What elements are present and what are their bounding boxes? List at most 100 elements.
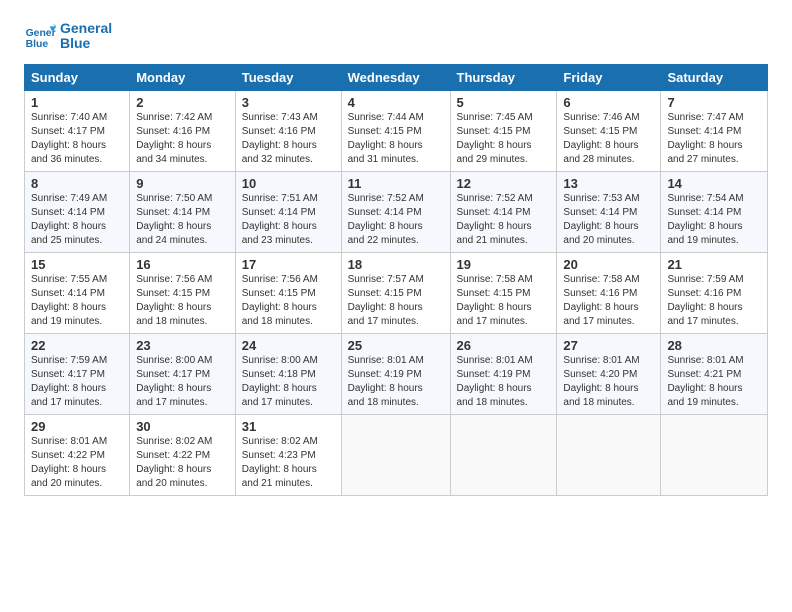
day-number: 1 xyxy=(31,95,123,110)
header-friday: Friday xyxy=(557,65,661,91)
day-number: 27 xyxy=(563,338,654,353)
logo: General Blue General Blue xyxy=(24,20,112,52)
day-info: Sunrise: 8:01 AM Sunset: 4:20 PM Dayligh… xyxy=(563,354,654,410)
day-number: 25 xyxy=(348,338,444,353)
calendar-cell: 17 Sunrise: 7:56 AM Sunset: 4:15 PM Dayl… xyxy=(235,253,341,334)
day-number: 5 xyxy=(457,95,551,110)
calendar-cell xyxy=(450,415,557,496)
header-thursday: Thursday xyxy=(450,65,557,91)
calendar-week-4: 22 Sunrise: 7:59 AM Sunset: 4:17 PM Dayl… xyxy=(25,334,768,415)
calendar-cell: 27 Sunrise: 8:01 AM Sunset: 4:20 PM Dayl… xyxy=(557,334,661,415)
calendar-cell: 6 Sunrise: 7:46 AM Sunset: 4:15 PM Dayli… xyxy=(557,91,661,172)
day-info: Sunrise: 7:47 AM Sunset: 4:14 PM Dayligh… xyxy=(667,111,761,167)
day-info: Sunrise: 7:53 AM Sunset: 4:14 PM Dayligh… xyxy=(563,192,654,248)
day-number: 9 xyxy=(136,176,229,191)
day-number: 28 xyxy=(667,338,761,353)
day-number: 16 xyxy=(136,257,229,272)
logo-line1: General xyxy=(60,21,112,36)
day-number: 18 xyxy=(348,257,444,272)
header-tuesday: Tuesday xyxy=(235,65,341,91)
day-info: Sunrise: 7:43 AM Sunset: 4:16 PM Dayligh… xyxy=(242,111,335,167)
day-number: 3 xyxy=(242,95,335,110)
header-wednesday: Wednesday xyxy=(341,65,450,91)
day-info: Sunrise: 7:45 AM Sunset: 4:15 PM Dayligh… xyxy=(457,111,551,167)
calendar-cell: 7 Sunrise: 7:47 AM Sunset: 4:14 PM Dayli… xyxy=(661,91,768,172)
calendar-cell: 31 Sunrise: 8:02 AM Sunset: 4:23 PM Dayl… xyxy=(235,415,341,496)
day-info: Sunrise: 7:59 AM Sunset: 4:16 PM Dayligh… xyxy=(667,273,761,329)
day-number: 6 xyxy=(563,95,654,110)
day-info: Sunrise: 8:01 AM Sunset: 4:21 PM Dayligh… xyxy=(667,354,761,410)
day-info: Sunrise: 7:52 AM Sunset: 4:14 PM Dayligh… xyxy=(457,192,551,248)
logo-line2: Blue xyxy=(60,36,112,51)
day-info: Sunrise: 8:01 AM Sunset: 4:19 PM Dayligh… xyxy=(457,354,551,410)
calendar-cell: 12 Sunrise: 7:52 AM Sunset: 4:14 PM Dayl… xyxy=(450,172,557,253)
day-number: 10 xyxy=(242,176,335,191)
calendar-cell: 30 Sunrise: 8:02 AM Sunset: 4:22 PM Dayl… xyxy=(130,415,236,496)
day-number: 17 xyxy=(242,257,335,272)
day-info: Sunrise: 8:01 AM Sunset: 4:19 PM Dayligh… xyxy=(348,354,444,410)
calendar-cell: 29 Sunrise: 8:01 AM Sunset: 4:22 PM Dayl… xyxy=(25,415,130,496)
day-number: 4 xyxy=(348,95,444,110)
calendar-cell: 3 Sunrise: 7:43 AM Sunset: 4:16 PM Dayli… xyxy=(235,91,341,172)
header-saturday: Saturday xyxy=(661,65,768,91)
calendar-cell: 15 Sunrise: 7:55 AM Sunset: 4:14 PM Dayl… xyxy=(25,253,130,334)
day-number: 30 xyxy=(136,419,229,434)
calendar-week-5: 29 Sunrise: 8:01 AM Sunset: 4:22 PM Dayl… xyxy=(25,415,768,496)
day-number: 24 xyxy=(242,338,335,353)
day-info: Sunrise: 7:57 AM Sunset: 4:15 PM Dayligh… xyxy=(348,273,444,329)
day-number: 13 xyxy=(563,176,654,191)
day-info: Sunrise: 8:02 AM Sunset: 4:23 PM Dayligh… xyxy=(242,435,335,491)
calendar-cell xyxy=(661,415,768,496)
calendar-cell: 22 Sunrise: 7:59 AM Sunset: 4:17 PM Dayl… xyxy=(25,334,130,415)
calendar-cell: 20 Sunrise: 7:58 AM Sunset: 4:16 PM Dayl… xyxy=(557,253,661,334)
calendar-cell: 21 Sunrise: 7:59 AM Sunset: 4:16 PM Dayl… xyxy=(661,253,768,334)
day-number: 15 xyxy=(31,257,123,272)
day-info: Sunrise: 7:58 AM Sunset: 4:15 PM Dayligh… xyxy=(457,273,551,329)
day-number: 23 xyxy=(136,338,229,353)
calendar-cell xyxy=(557,415,661,496)
calendar-cell: 24 Sunrise: 8:00 AM Sunset: 4:18 PM Dayl… xyxy=(235,334,341,415)
day-info: Sunrise: 7:58 AM Sunset: 4:16 PM Dayligh… xyxy=(563,273,654,329)
day-number: 19 xyxy=(457,257,551,272)
header: General Blue General Blue xyxy=(24,20,768,52)
calendar-cell: 5 Sunrise: 7:45 AM Sunset: 4:15 PM Dayli… xyxy=(450,91,557,172)
day-number: 14 xyxy=(667,176,761,191)
page: General Blue General Blue Sunday Monday … xyxy=(0,0,792,512)
calendar-cell: 11 Sunrise: 7:52 AM Sunset: 4:14 PM Dayl… xyxy=(341,172,450,253)
day-info: Sunrise: 7:50 AM Sunset: 4:14 PM Dayligh… xyxy=(136,192,229,248)
day-info: Sunrise: 8:00 AM Sunset: 4:18 PM Dayligh… xyxy=(242,354,335,410)
calendar-cell: 8 Sunrise: 7:49 AM Sunset: 4:14 PM Dayli… xyxy=(25,172,130,253)
calendar-cell: 1 Sunrise: 7:40 AM Sunset: 4:17 PM Dayli… xyxy=(25,91,130,172)
day-info: Sunrise: 7:44 AM Sunset: 4:15 PM Dayligh… xyxy=(348,111,444,167)
calendar-cell xyxy=(341,415,450,496)
calendar-cell: 25 Sunrise: 8:01 AM Sunset: 4:19 PM Dayl… xyxy=(341,334,450,415)
calendar-cell: 19 Sunrise: 7:58 AM Sunset: 4:15 PM Dayl… xyxy=(450,253,557,334)
calendar-cell: 10 Sunrise: 7:51 AM Sunset: 4:14 PM Dayl… xyxy=(235,172,341,253)
calendar-cell: 26 Sunrise: 8:01 AM Sunset: 4:19 PM Dayl… xyxy=(450,334,557,415)
day-number: 22 xyxy=(31,338,123,353)
header-monday: Monday xyxy=(130,65,236,91)
day-info: Sunrise: 7:46 AM Sunset: 4:15 PM Dayligh… xyxy=(563,111,654,167)
day-info: Sunrise: 7:55 AM Sunset: 4:14 PM Dayligh… xyxy=(31,273,123,329)
day-info: Sunrise: 7:54 AM Sunset: 4:14 PM Dayligh… xyxy=(667,192,761,248)
calendar-cell: 9 Sunrise: 7:50 AM Sunset: 4:14 PM Dayli… xyxy=(130,172,236,253)
day-number: 21 xyxy=(667,257,761,272)
day-number: 20 xyxy=(563,257,654,272)
calendar-cell: 16 Sunrise: 7:56 AM Sunset: 4:15 PM Dayl… xyxy=(130,253,236,334)
svg-text:Blue: Blue xyxy=(26,39,49,50)
day-number: 11 xyxy=(348,176,444,191)
day-number: 7 xyxy=(667,95,761,110)
day-info: Sunrise: 7:49 AM Sunset: 4:14 PM Dayligh… xyxy=(31,192,123,248)
header-sunday: Sunday xyxy=(25,65,130,91)
calendar-cell: 18 Sunrise: 7:57 AM Sunset: 4:15 PM Dayl… xyxy=(341,253,450,334)
calendar-cell: 2 Sunrise: 7:42 AM Sunset: 4:16 PM Dayli… xyxy=(130,91,236,172)
weekday-header-row: Sunday Monday Tuesday Wednesday Thursday… xyxy=(25,65,768,91)
day-number: 26 xyxy=(457,338,551,353)
day-info: Sunrise: 7:56 AM Sunset: 4:15 PM Dayligh… xyxy=(136,273,229,329)
day-info: Sunrise: 8:02 AM Sunset: 4:22 PM Dayligh… xyxy=(136,435,229,491)
day-info: Sunrise: 8:01 AM Sunset: 4:22 PM Dayligh… xyxy=(31,435,123,491)
calendar-cell: 4 Sunrise: 7:44 AM Sunset: 4:15 PM Dayli… xyxy=(341,91,450,172)
day-info: Sunrise: 8:00 AM Sunset: 4:17 PM Dayligh… xyxy=(136,354,229,410)
calendar-cell: 13 Sunrise: 7:53 AM Sunset: 4:14 PM Dayl… xyxy=(557,172,661,253)
logo-icon: General Blue xyxy=(24,20,56,52)
